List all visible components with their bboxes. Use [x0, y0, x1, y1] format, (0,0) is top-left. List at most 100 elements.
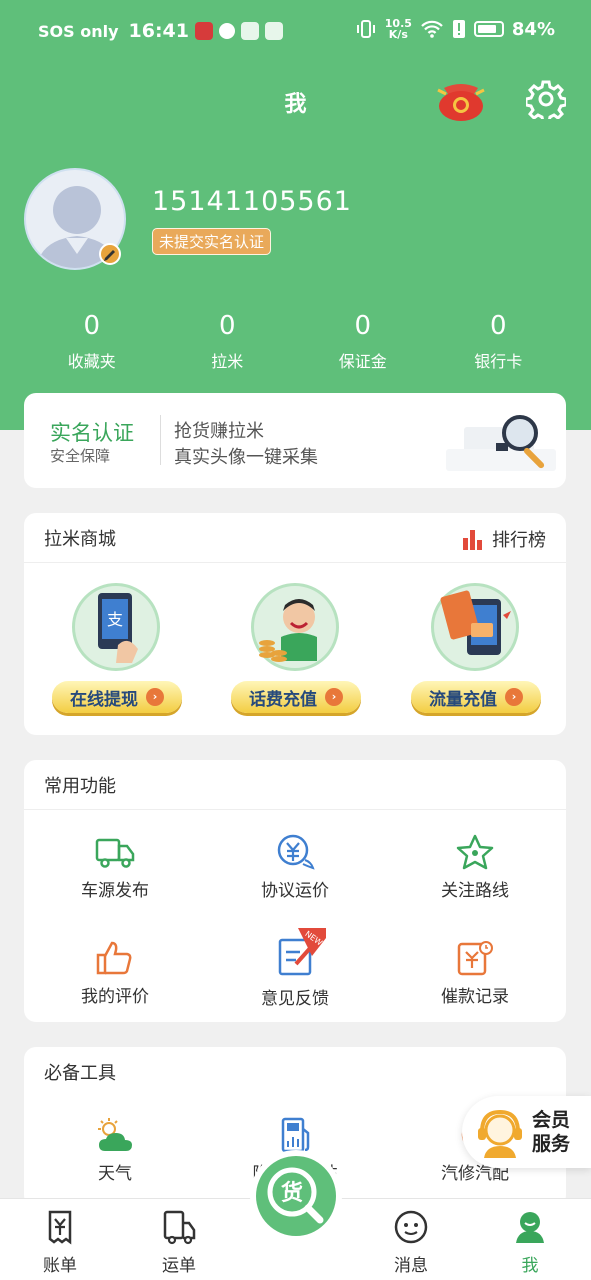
tab-bills[interactable]: 账单 [20, 1209, 100, 1276]
truck-doc-icon [163, 1210, 196, 1245]
magnifier-id-icon [446, 415, 556, 471]
tab-me[interactable]: 我 [490, 1209, 570, 1276]
tab-label: 消息 [394, 1256, 428, 1276]
network-speed-unit: K/s [388, 28, 408, 41]
mall-item-data-recharge[interactable]: 流量充值 › [407, 583, 547, 723]
tab-label: 我 [521, 1256, 539, 1276]
arrow-right-icon: › [325, 688, 343, 706]
find-cargo-button[interactable]: 货 [250, 1150, 342, 1242]
functions-title: 常用功能 [24, 760, 566, 810]
bill-icon [48, 1210, 72, 1245]
phone-call-coins-icon [251, 583, 339, 671]
stat-value: 0 [354, 311, 372, 341]
member-service-label: 会员 服务 [532, 1108, 570, 1156]
stat-label: 银行卡 [474, 352, 523, 371]
func-feedback[interactable]: NEW 意见反馈 [205, 926, 385, 1009]
stat-value: 0 [489, 311, 507, 341]
chat-notification-icon [265, 22, 283, 40]
stat-label: 保证金 [338, 352, 387, 371]
func-follow-route[interactable]: 关注路线 [385, 834, 565, 901]
func-payment-records[interactable]: 催款记录 [385, 940, 565, 1007]
alipay-phone-icon: 支 [72, 583, 160, 671]
thumbs-up-icon [96, 941, 132, 975]
stat-label: 拉米 [211, 352, 244, 371]
star-icon [456, 834, 494, 870]
arrow-right-icon: › [505, 688, 523, 706]
bar-chart-icon [463, 530, 482, 550]
shield-notification-icon [219, 23, 235, 39]
tab-messages[interactable]: 消息 [371, 1209, 451, 1276]
stat-lami[interactable]: 0 拉米 [160, 308, 296, 372]
mall-item-label: 话费充值 [249, 689, 317, 710]
ranking-link[interactable]: 排行榜 [462, 526, 546, 552]
stat-favorites[interactable]: 0 收藏夹 [24, 308, 160, 372]
gas-station-icon [281, 1117, 310, 1153]
verify-status-badge[interactable]: 未提交实名认证 [152, 228, 272, 255]
member-service-line1: 会员 [532, 1109, 571, 1131]
verify-desc-line1: 抢货赚拉米 [174, 421, 264, 442]
divider [160, 415, 161, 465]
mall-item-phone-recharge[interactable]: 话费充值 › [227, 583, 367, 723]
tools-title: 必备工具 [44, 1063, 116, 1084]
phone-recharge-button[interactable]: 话费充值 › [231, 681, 361, 713]
stat-bank-card[interactable]: 0 银行卡 [431, 308, 567, 372]
network-speed: 10.5 K/s [385, 18, 412, 40]
mall-item-withdraw[interactable]: 支 在线提现 › [48, 583, 188, 723]
func-label: 我的评价 [81, 987, 149, 1007]
battery-icon [473, 21, 504, 37]
alert-icon [452, 20, 465, 38]
tab-label: 账单 [43, 1256, 77, 1276]
find-cargo-icon: 货 [256, 1156, 336, 1236]
status-bar: SOS only 16:41 10.5 K/s 84% [0, 0, 591, 68]
yuan-chat-icon [277, 834, 315, 870]
app-notification-icon [195, 22, 213, 40]
func-label: 关注路线 [441, 881, 509, 901]
member-service-line2: 服务 [532, 1133, 571, 1155]
chat-face-icon [394, 1210, 428, 1244]
tab-waybills[interactable]: 运单 [139, 1209, 219, 1276]
wifi-icon [421, 20, 443, 38]
func-agreement-price[interactable]: 协议运价 [205, 834, 385, 901]
page-title: 我 [284, 92, 307, 117]
tool-weather[interactable]: 天气 [25, 1117, 205, 1184]
payment-clock-icon [457, 941, 493, 976]
withdraw-button[interactable]: 在线提现 › [52, 681, 182, 713]
battery-percent: 84% [511, 18, 555, 40]
verify-desc-line2: 真实头像一键采集 [174, 447, 318, 468]
func-publish-truck[interactable]: 车源发布 [25, 834, 205, 901]
customer-service-icon [478, 1109, 522, 1158]
mall-item-label: 流量充值 [429, 689, 497, 710]
profile-icon [516, 1212, 544, 1243]
func-label: 催款记录 [441, 987, 509, 1007]
func-my-reviews[interactable]: 我的评价 [25, 940, 205, 1007]
lami-mall-card: 拉米商城 排行榜 支 在线提现 › 话费充值 › 流量充值 › [24, 513, 566, 735]
stat-value: 0 [218, 311, 236, 341]
feedback-icon: NEW [278, 928, 326, 976]
func-label: 协议运价 [261, 881, 329, 901]
settings-gear-icon[interactable] [526, 79, 566, 119]
sos-status: SOS only [38, 21, 119, 41]
stat-deposit[interactable]: 0 保证金 [295, 308, 431, 372]
tab-label: 运单 [162, 1256, 196, 1276]
tool-label: 天气 [98, 1164, 132, 1184]
user-phone: 15141105561 [152, 186, 352, 217]
stat-label: 收藏夹 [67, 352, 116, 371]
stat-value: 0 [83, 311, 101, 341]
stats-row: 0 收藏夹 0 拉米 0 保证金 0 银行卡 [24, 308, 566, 372]
ranking-label: 排行榜 [492, 530, 546, 551]
data-card-icon [431, 583, 519, 671]
common-functions-card: 常用功能 车源发布 协议运价 关注路线 我的评价 NEW 意见反馈 催款记录 [24, 760, 566, 1022]
find-cargo-glyph: 货 [281, 1180, 303, 1206]
verify-subtitle: 安全保障 [50, 447, 111, 465]
red-envelope-icon[interactable] [434, 80, 488, 122]
bird-notification-icon [241, 22, 259, 40]
real-name-verify-card[interactable]: 实名认证 安全保障 抢货赚拉米 真实头像一键采集 [24, 393, 566, 488]
func-label: 意见反馈 [261, 989, 329, 1009]
edit-avatar-icon[interactable] [99, 243, 121, 265]
data-recharge-button[interactable]: 流量充值 › [411, 681, 541, 713]
member-service-button[interactable]: 会员 服务 [462, 1096, 591, 1168]
vibrate-icon [356, 20, 375, 38]
verify-title: 实名认证 [50, 421, 134, 445]
truck-icon [95, 838, 135, 868]
svg-text:支: 支 [107, 610, 123, 629]
